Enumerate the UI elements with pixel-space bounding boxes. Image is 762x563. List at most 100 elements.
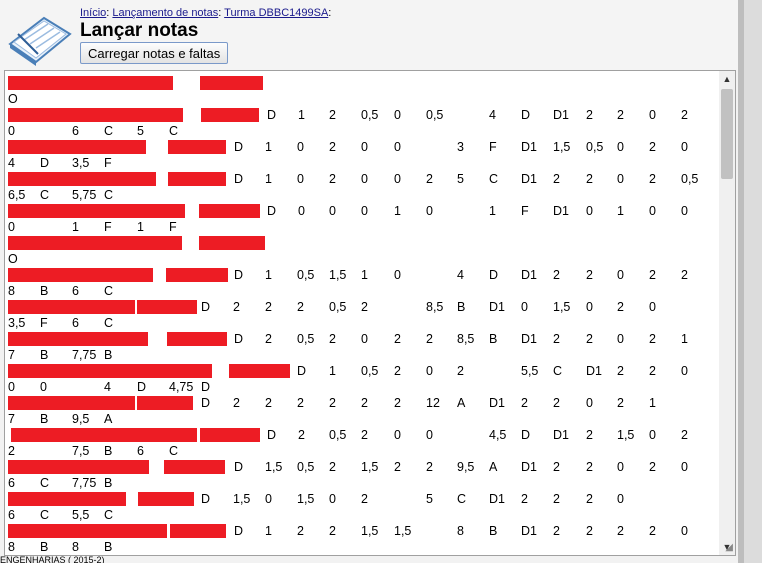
redacted-name-block: [168, 140, 226, 154]
footer-text: ENGENHARIAS ( 2015-2): [0, 556, 738, 563]
grade-value: 0,5: [297, 460, 315, 474]
grade-value: 4,5: [489, 428, 507, 442]
grade-value: B: [104, 476, 113, 490]
grade-value: 8: [8, 284, 15, 298]
grade-value: 0,5: [297, 332, 315, 346]
grade-value: 3: [457, 140, 464, 154]
grade-value: D1: [553, 108, 569, 122]
grade-value: 1,5: [361, 524, 379, 538]
grade-value: 2: [649, 172, 656, 186]
grade-value: 1: [265, 268, 272, 282]
grade-value: 9,5: [457, 460, 475, 474]
grade-value: 2: [297, 300, 304, 314]
grade-value: D: [234, 268, 244, 282]
grade-value: B: [40, 412, 49, 426]
grade-value: 1,5: [617, 428, 635, 442]
grade-value: F: [104, 156, 112, 170]
grade-value: D: [234, 140, 244, 154]
grade-value: 0: [8, 380, 15, 394]
grade-value: 2: [457, 364, 464, 378]
grade-value: 7: [8, 348, 15, 362]
grade-value: 2: [681, 428, 688, 442]
grade-value: 0: [426, 204, 433, 218]
grade-value: 2: [553, 492, 560, 506]
grade-value: 0: [521, 300, 528, 314]
grade-value: D: [201, 300, 211, 314]
grade-value: 1,5: [553, 140, 571, 154]
scrollbar-thumb[interactable]: [721, 89, 733, 179]
redacted-name-block: [8, 460, 149, 474]
breadcrumb-separator: :: [218, 7, 222, 19]
grade-value: 8: [72, 540, 79, 554]
grade-value: 4: [457, 268, 464, 282]
scroll-up-arrow-icon[interactable]: ▲: [719, 71, 735, 87]
resize-grip-icon[interactable]: ◢: [725, 542, 733, 553]
grade-value: 2: [394, 396, 401, 410]
grades-textarea[interactable]: ▲ ▼ ◢ O D 1 2 0,5 0 0,5 4 D D1 2 2 0 2 0 6 C 5 C D 1 0 2 0 0 3 F D1…: [4, 70, 736, 556]
grade-value: O: [8, 92, 18, 106]
redacted-name-block: [137, 396, 193, 410]
grade-value: B: [40, 540, 49, 554]
grade-value: 0: [329, 492, 336, 506]
grade-value: D1: [489, 300, 505, 314]
grade-value: 2: [361, 428, 368, 442]
redacted-name-block: [8, 236, 182, 250]
grade-value: D: [267, 204, 277, 218]
grade-value: 2: [298, 428, 305, 442]
grade-value: B: [104, 444, 113, 458]
grade-value: 2: [681, 108, 688, 122]
grade-value: 4,75: [169, 380, 194, 394]
grade-value: F: [169, 220, 177, 234]
breadcrumb-launch-link[interactable]: Lançamento de notas: [112, 7, 218, 19]
redacted-name-block: [8, 172, 156, 186]
redacted-name-block: [200, 428, 260, 442]
grade-value: 2: [649, 364, 656, 378]
grade-value: D1: [586, 364, 602, 378]
breadcrumb-class-link[interactable]: Turma DBBC1499SA: [224, 7, 328, 19]
grade-value: 2: [394, 364, 401, 378]
grade-value: 0: [617, 460, 624, 474]
grade-value: 5,75: [72, 188, 97, 202]
grade-value: 2: [297, 396, 304, 410]
grade-value: 5: [426, 492, 433, 506]
vertical-scrollbar[interactable]: ▲ ▼: [719, 71, 735, 555]
grade-value: 5,5: [72, 508, 90, 522]
grade-value: D1: [489, 396, 505, 410]
load-grades-button[interactable]: Carregar notas e faltas: [80, 42, 229, 64]
grade-value: 6: [8, 476, 15, 490]
grade-value: 2: [329, 332, 336, 346]
grade-value: 9,5: [72, 412, 90, 426]
grade-value: 3,5: [8, 316, 26, 330]
grade-value: 2: [617, 396, 624, 410]
grade-value: 2: [617, 524, 624, 538]
grade-value: B: [104, 348, 113, 362]
breadcrumb-home-link[interactable]: Início: [80, 7, 106, 19]
grade-value: 0: [617, 268, 624, 282]
grade-value: 1,5: [297, 492, 315, 506]
grade-value: 0: [361, 172, 368, 186]
grade-value: 2: [426, 460, 433, 474]
redacted-name-block: [199, 204, 260, 218]
grade-value: 0: [617, 492, 624, 506]
grade-value: 0: [681, 364, 688, 378]
grade-value: 1,5: [361, 460, 379, 474]
grade-value: C: [104, 188, 114, 202]
grade-value: 1: [681, 332, 688, 346]
grade-value: 0: [8, 124, 15, 138]
grade-value: 0: [586, 204, 593, 218]
grade-value: 1: [617, 204, 624, 218]
grade-value: 12: [426, 396, 440, 410]
grade-value: C: [553, 364, 563, 378]
grade-value: D: [267, 108, 277, 122]
grade-value: 1,5: [265, 460, 283, 474]
grade-value: 0: [681, 204, 688, 218]
grade-value: 0: [649, 204, 656, 218]
grade-value: C: [457, 492, 467, 506]
redacted-name-block: [229, 364, 290, 378]
grade-value: D1: [521, 172, 537, 186]
redacted-name-block: [11, 428, 197, 442]
grade-value: 2: [521, 492, 528, 506]
breadcrumb-separator: :: [106, 7, 110, 19]
grade-value: 2: [394, 332, 401, 346]
grade-value: 2: [586, 268, 593, 282]
